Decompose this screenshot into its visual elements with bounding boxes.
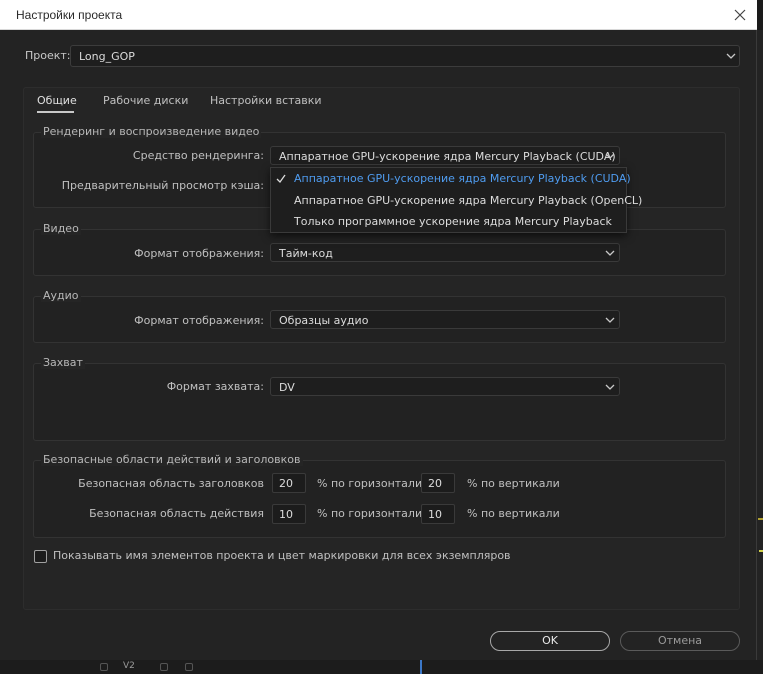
tab-general[interactable]: Общие (37, 94, 77, 107)
title-safe-horizontal-value: 20 (279, 477, 293, 490)
track-sync-icon (160, 663, 168, 671)
renderer-select[interactable]: Аппаратное GPU-ускорение ядра Mercury Pl… (270, 146, 620, 165)
action-safe-horizontal-input[interactable]: 10 (272, 504, 306, 524)
group-rendering-title: Рендеринг и воспроизведение видео (41, 125, 262, 138)
title-safe-label: Безопасная область заголовков (78, 477, 264, 490)
dropdown-option-opencl[interactable]: Аппаратное GPU-ускорение ядра Mercury Pl… (271, 190, 642, 211)
action-safe-horizontal-value: 10 (279, 508, 293, 521)
audio-format-label: Формат отображения: (134, 314, 264, 327)
background-app-edge (757, 30, 763, 674)
ok-button[interactable]: OK (490, 631, 610, 651)
group-capture (33, 363, 726, 441)
chevron-down-icon (605, 250, 615, 256)
window-title: Настройки проекта (16, 8, 123, 22)
group-capture-title: Захват (41, 356, 85, 369)
dropdown-option-cuda[interactable]: Аппаратное GPU-ускорение ядра Mercury Pl… (271, 168, 631, 190)
project-select[interactable]: Long_GOP (70, 45, 740, 67)
cache-preview-label: Предварительный просмотр кэша: (61, 179, 264, 192)
project-value: Long_GOP (79, 50, 135, 63)
action-safe-vertical-value: 10 (428, 508, 442, 521)
tab-scratch-disks[interactable]: Рабочие диски (103, 94, 188, 107)
checkmark-icon (276, 174, 286, 184)
percent-vertical-label: % по вертикали (467, 507, 560, 520)
title-bar: Настройки проекта (0, 0, 757, 30)
action-safe-vertical-input[interactable]: 10 (421, 504, 455, 524)
chevron-down-icon (605, 317, 615, 323)
group-video-title: Видео (41, 222, 81, 235)
cancel-button[interactable]: Отмена (620, 631, 740, 651)
dropdown-option-software[interactable]: Только программное ускорение ядра Mercur… (271, 211, 626, 232)
track-label: V2 (123, 661, 135, 671)
title-safe-horizontal-input[interactable]: 20 (272, 473, 306, 493)
background-clip-mark (758, 518, 763, 520)
group-safe-margins-title: Безопасные области действий и заголовков (41, 453, 303, 466)
percent-horizontal-label: % по горизонтали (317, 507, 423, 520)
dropdown-option-label: Аппаратное GPU-ускорение ядра Mercury Pl… (294, 172, 631, 185)
title-safe-vertical-input[interactable]: 20 (421, 473, 455, 493)
percent-horizontal-label: % по горизонтали (317, 477, 423, 490)
dropdown-option-label: Аппаратное GPU-ускорение ядра Mercury Pl… (294, 194, 643, 207)
renderer-dropdown-list: Аппаратное GPU-ускорение ядра Mercury Pl… (270, 167, 642, 233)
capture-format-value: DV (279, 381, 295, 394)
tab-ingest-settings[interactable]: Настройки вставки (210, 94, 322, 107)
renderer-value: Аппаратное GPU-ускорение ядра Mercury Pl… (279, 150, 616, 163)
background-clip-mark (759, 550, 763, 552)
group-safe-margins (33, 460, 726, 538)
track-eye-icon (185, 663, 193, 671)
active-tab-indicator (37, 111, 74, 113)
project-settings-dialog: Настройки проекта Проект: Long_GOP Общие… (0, 0, 757, 660)
video-format-value: Тайм-код (279, 247, 333, 260)
renderer-label: Средство рендеринга: (132, 149, 264, 162)
video-format-select[interactable]: Тайм-код (270, 243, 620, 262)
playhead-line (420, 660, 422, 674)
audio-format-value: Образцы аудио (279, 314, 369, 327)
show-names-label[interactable]: Показывать имя элементов проекта и цвет … (53, 549, 511, 562)
video-format-label: Формат отображения: (134, 247, 264, 260)
background-timeline-strip: V2 (0, 660, 763, 674)
capture-format-select[interactable]: DV (270, 377, 620, 396)
chevron-down-icon (605, 384, 615, 390)
group-audio-title: Аудио (41, 289, 81, 302)
action-safe-label: Безопасная область действия (89, 507, 264, 520)
close-icon[interactable] (731, 6, 749, 24)
capture-format-label: Формат захвата: (166, 380, 264, 393)
track-lock-icon (100, 663, 108, 671)
chevron-down-icon (605, 153, 615, 159)
percent-vertical-label: % по вертикали (467, 477, 560, 490)
project-label: Проект: (25, 49, 71, 62)
dropdown-option-label: Только программное ускорение ядра Mercur… (294, 215, 612, 228)
audio-format-select[interactable]: Образцы аудио (270, 310, 620, 329)
show-names-checkbox[interactable] (34, 550, 47, 563)
title-safe-vertical-value: 20 (428, 477, 442, 490)
chevron-down-icon (726, 53, 736, 59)
